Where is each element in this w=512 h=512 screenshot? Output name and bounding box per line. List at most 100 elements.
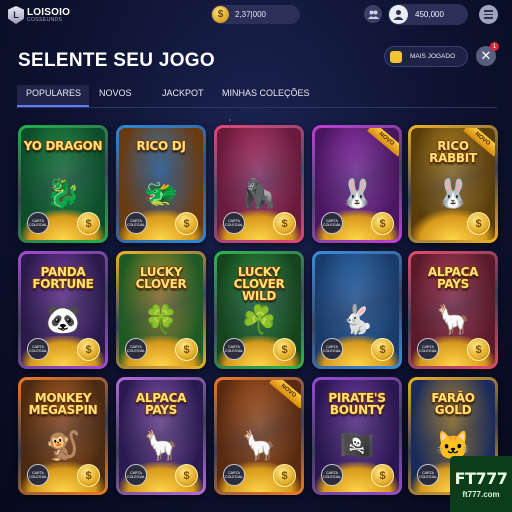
- sort-filter-button[interactable]: MAIS JOGADO: [384, 46, 468, 67]
- tab-jackpot[interactable]: JACKPOT: [148, 85, 208, 107]
- ft777-watermark: FT777 ft777.com: [450, 456, 512, 512]
- game-card-art: ☘️ LUCKY CLOVER WILD CARTA COLEGIAL $: [217, 254, 301, 366]
- coin-icon: $: [175, 212, 198, 235]
- game-card[interactable]: 🐒 MONKEY MEGASPIN CARTA COLEGIAL $: [18, 377, 108, 495]
- coin-icon: $: [273, 464, 296, 487]
- brand-logo[interactable]: L LOISOIO COSSEUNDS: [8, 6, 70, 24]
- coin-icon: $: [273, 338, 296, 361]
- coin-icon: $: [273, 212, 296, 235]
- collectible-card-badge: CARTA COLEGIAL: [417, 338, 439, 360]
- game-card-art: 🦙 CARTA COLEGIAL $ NOVO: [217, 380, 301, 492]
- game-title: RICO DJ: [136, 139, 186, 153]
- logo-name: LOISOIO: [27, 6, 71, 18]
- page-title: SELENTE SEU JOGO: [18, 50, 215, 71]
- coin-icon: $: [371, 464, 394, 487]
- game-card[interactable]: 🏴‍☠️ PIRATE'S BOUNTY CARTA COLEGIAL $: [312, 377, 402, 495]
- logo-text: LOISOIO COSSEUNDS: [27, 6, 71, 23]
- coin-icon: $: [77, 338, 100, 361]
- game-mascot-icon: 🐰: [339, 178, 375, 209]
- game-card-art: 🐒 MONKEY MEGASPIN CARTA COLEGIAL $: [21, 380, 105, 492]
- shield-logo-icon: L: [8, 6, 24, 24]
- collectible-card-badge: CARTA COLEGIAL: [321, 464, 343, 486]
- coin-icon: $: [77, 464, 100, 487]
- logo-sub: COSSEUNDS: [27, 16, 63, 23]
- category-tabs: POPULARES NOVOS JACKPOT MINHAS COLEÇÕES: [17, 85, 318, 107]
- new-ribbon: NOVO: [367, 128, 399, 157]
- game-card-art: 🐲 RICO DJ CARTA COLEGIAL $: [119, 128, 203, 240]
- coin-icon: $: [371, 338, 394, 361]
- game-card-art: 🦙 ALPACA PAYS CARTA COLEGIAL $: [119, 380, 203, 492]
- game-card[interactable]: 🦍 CARTA COLEGIAL $: [214, 125, 304, 243]
- tab-novos[interactable]: NOVOS: [89, 85, 148, 107]
- collectible-card-badge: CARTA COLEGIAL: [321, 212, 343, 234]
- game-card-art: 🏴‍☠️ PIRATE'S BOUNTY CARTA COLEGIAL $: [315, 380, 399, 492]
- coins-balance[interactable]: $ 2,37|000: [211, 5, 300, 24]
- game-card[interactable]: 🐰 CARTA COLEGIAL $ NOVO: [312, 125, 402, 243]
- top-bar: L LOISOIO COSSEUNDS $ 2,37|000 450,000: [0, 0, 512, 30]
- game-mascot-icon: 🦍: [241, 178, 277, 209]
- game-card-art: 🐰 RICO RABBIT $ NOVO: [411, 128, 495, 240]
- game-mascot-icon: 🐰: [435, 178, 471, 209]
- game-title: PANDA FORTUNE: [32, 265, 94, 291]
- notification-badge: 1: [490, 42, 499, 51]
- game-mascot-icon: 🐲: [143, 178, 179, 209]
- game-card-art: 🐇 CARTA COLEGIAL $: [315, 254, 399, 366]
- game-title: MONKEY MEGASPIN: [28, 391, 98, 417]
- game-card[interactable]: 🐼 PANDA FORTUNE CARTA COLEGIAL $: [18, 251, 108, 369]
- tabs-divider: [17, 107, 497, 108]
- game-mascot-icon: 🏴‍☠️: [339, 430, 375, 461]
- collectible-card-badge: CARTA COLEGIAL: [125, 464, 147, 486]
- coins-value: 2,37|000: [235, 10, 266, 19]
- coin-icon: $: [175, 464, 198, 487]
- coin-icon: $: [467, 212, 490, 235]
- avatar: [389, 5, 408, 24]
- game-title: ALPACA PAYS: [135, 391, 187, 417]
- collectible-card-badge: CARTA COLEGIAL: [223, 338, 245, 360]
- filter-icon: [390, 50, 402, 63]
- game-card-art: 🐰 CARTA COLEGIAL $ NOVO: [315, 128, 399, 240]
- collectible-card-badge: CARTA COLEGIAL: [223, 464, 245, 486]
- coin-icon: $: [175, 338, 198, 361]
- watermark-big: FT777: [454, 469, 508, 488]
- game-card[interactable]: 🐰 RICO RABBIT $ NOVO: [408, 125, 498, 243]
- game-card[interactable]: 🐲 RICO DJ CARTA COLEGIAL $: [116, 125, 206, 243]
- game-mascot-icon: 🐼: [45, 304, 81, 335]
- user-balance-value: 450,000: [415, 10, 444, 19]
- watermark-small: ft777.com: [462, 490, 500, 499]
- collectible-card-badge: CARTA COLEGIAL: [27, 212, 49, 234]
- coin-icon: $: [467, 338, 490, 361]
- tab-populares[interactable]: POPULARES: [17, 85, 89, 107]
- collectible-card-badge: CARTA COLEGIAL: [27, 464, 49, 486]
- game-title: LUCKY CLOVER: [135, 265, 187, 291]
- game-title: YO DRAGON: [23, 139, 103, 153]
- game-card-art: 🦙 ALPACA PAYS CARTA COLEGIAL $: [411, 254, 495, 366]
- user-balance[interactable]: 450,000: [388, 4, 468, 25]
- game-mascot-icon: 🦙: [241, 430, 277, 461]
- game-mascot-icon: 🐒: [45, 430, 81, 461]
- game-mascot-icon: 🦙: [435, 304, 471, 335]
- game-title: ALPACA PAYS: [427, 265, 479, 291]
- hamburger-menu-icon[interactable]: [479, 5, 498, 24]
- game-card[interactable]: 🦙 CARTA COLEGIAL $ NOVO: [214, 377, 304, 495]
- friends-icon: [367, 10, 379, 19]
- game-card[interactable]: 🐇 CARTA COLEGIAL $: [312, 251, 402, 369]
- game-title: LUCKY CLOVER WILD: [233, 265, 285, 303]
- collectible-card-badge: CARTA COLEGIAL: [27, 338, 49, 360]
- game-card[interactable]: 🍀 LUCKY CLOVER CARTA COLEGIAL $: [116, 251, 206, 369]
- collectible-card-badge: CARTA COLEGIAL: [417, 464, 439, 486]
- friends-button[interactable]: [364, 5, 382, 23]
- game-mascot-icon: 🐉: [45, 178, 81, 209]
- game-card[interactable]: 🦙 ALPACA PAYS CARTA COLEGIAL $: [116, 377, 206, 495]
- game-title: PIRATE'S BOUNTY: [328, 391, 386, 417]
- tab-minhas-colecoes[interactable]: MINHAS COLEÇÕES: [208, 85, 318, 107]
- game-card[interactable]: ☘️ LUCKY CLOVER WILD CARTA COLEGIAL $: [214, 251, 304, 369]
- game-card[interactable]: 🦙 ALPACA PAYS CARTA COLEGIAL $: [408, 251, 498, 369]
- coin-icon: $: [212, 6, 229, 23]
- game-mascot-icon: ☘️: [241, 304, 277, 335]
- game-mascot-icon: 🦙: [143, 430, 179, 461]
- collectible-card-badge: CARTA COLEGIAL: [125, 212, 147, 234]
- user-icon: [393, 10, 404, 20]
- game-mascot-icon: 🐇: [339, 304, 375, 335]
- game-card[interactable]: 🐉 YO DRAGON CARTA COLEGIAL $: [18, 125, 108, 243]
- game-title: FARÃO GOLD: [431, 391, 475, 417]
